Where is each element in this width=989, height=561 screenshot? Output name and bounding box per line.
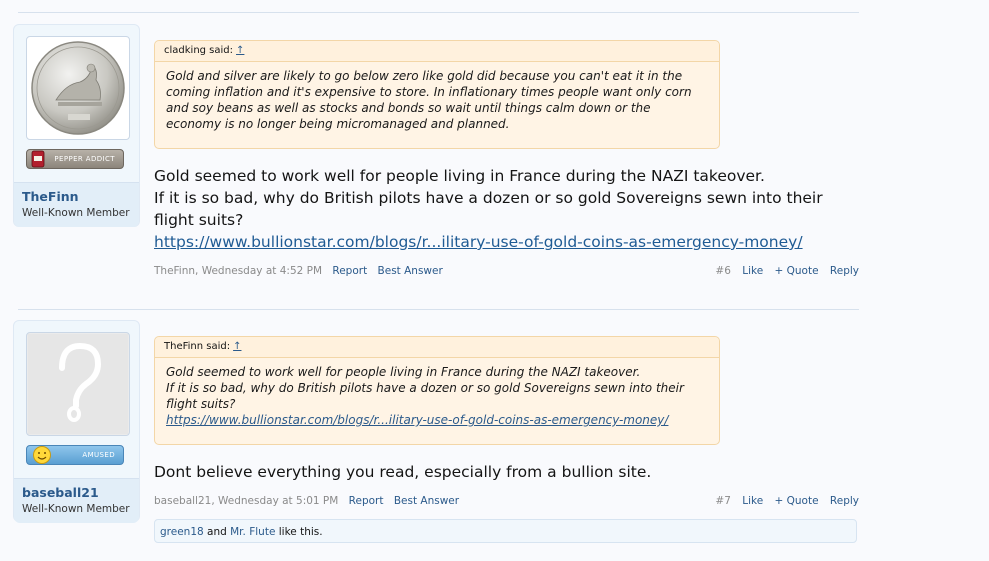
quote-line: Gold and silver are likely to go below z… xyxy=(166,69,683,83)
like-button[interactable]: Like xyxy=(742,265,763,277)
badge-label: AMUSED xyxy=(82,451,115,459)
post-divider xyxy=(18,309,859,310)
best-answer-link[interactable]: Best Answer xyxy=(378,265,443,277)
quote-attribution: TheFinn said: ↑ xyxy=(155,337,719,358)
message-body: Gold seemed to work well for people livi… xyxy=(154,165,864,253)
quote-text: Gold and silver are likely to go below z… xyxy=(155,62,719,140)
user-badge: PEPPER ADDICT xyxy=(26,149,124,169)
user-title: Well-Known Member xyxy=(22,503,130,515)
post-actions: #6 Like + Quote Reply xyxy=(707,265,859,277)
message-link[interactable]: https://www.bullionstar.com/blogs/r...il… xyxy=(154,233,803,251)
quote-text: Gold seemed to work well for people livi… xyxy=(155,358,719,436)
post-actions: #7 Like + Quote Reply xyxy=(707,495,859,507)
liker-link[interactable]: green18 xyxy=(160,526,204,538)
post-meta: TheFinn, Wednesday at 4:52 PM Report Bes… xyxy=(154,265,859,281)
quote-link[interactable]: https://www.bullionstar.com/blogs/r...il… xyxy=(166,413,668,427)
jump-to-quote-icon[interactable]: ↑ xyxy=(233,341,241,352)
author-date[interactable]: TheFinn, Wednesday at 4:52 PM xyxy=(154,265,322,277)
badge-label: PEPPER ADDICT xyxy=(54,155,115,163)
author-date[interactable]: baseball21, Wednesday at 5:01 PM xyxy=(154,495,338,507)
quote-line: coming inflation and it's expensive to s… xyxy=(166,85,692,99)
quote-button[interactable]: + Quote xyxy=(775,495,819,507)
pepper-can-icon xyxy=(31,150,45,168)
reply-button[interactable]: Reply xyxy=(830,495,859,507)
post-number[interactable]: #7 xyxy=(715,495,730,507)
quote-attribution: cladking said: ↑ xyxy=(155,41,719,62)
user-info-panel: AMUSED baseball21 Well-Known Member xyxy=(13,320,140,523)
liker-link[interactable]: Mr. Flute xyxy=(230,526,275,538)
report-link[interactable]: Report xyxy=(349,495,384,507)
jump-to-quote-icon[interactable]: ↑ xyxy=(236,45,244,56)
message-body: Dont believe everything you read, especi… xyxy=(154,461,864,483)
likes-summary: green18 and Mr. Flute like this. xyxy=(154,519,857,543)
message-line: If it is so bad, why do British pilots h… xyxy=(154,189,823,207)
top-divider xyxy=(18,12,859,13)
quote-line: and soy beans as well as stocks and bond… xyxy=(166,101,651,115)
post-meta: baseball21, Wednesday at 5:01 PM Report … xyxy=(154,495,859,511)
quote-block: cladking said: ↑ Gold and silver are like… xyxy=(154,40,720,149)
user-badge: AMUSED xyxy=(26,445,124,465)
message-line: flight suits? xyxy=(154,211,244,229)
question-mark-avatar-icon xyxy=(28,334,128,434)
report-link[interactable]: Report xyxy=(332,265,367,277)
reply-button[interactable]: Reply xyxy=(830,265,859,277)
username-link[interactable]: TheFinn xyxy=(22,189,79,204)
quote-line: flight suits? xyxy=(166,397,236,411)
best-answer-link[interactable]: Best Answer xyxy=(394,495,459,507)
likes-text: and xyxy=(203,526,231,538)
quote-button[interactable]: + Quote xyxy=(775,265,819,277)
quote-block: TheFinn said: ↑ Gold seemed to work well … xyxy=(154,336,720,445)
user-info-panel: PEPPER ADDICT TheFinn Well-Known Member xyxy=(13,24,140,227)
avatar[interactable] xyxy=(26,332,130,436)
quote-line: If it is so bad, why do British pilots h… xyxy=(166,381,684,395)
message-line: Dont believe everything you read, especi… xyxy=(154,463,652,481)
silver-coin-avatar-icon xyxy=(28,38,128,138)
message-line: Gold seemed to work well for people livi… xyxy=(154,167,765,185)
username-link[interactable]: baseball21 xyxy=(22,485,99,500)
post-number[interactable]: #6 xyxy=(715,265,730,277)
quote-author: TheFinn said: xyxy=(164,341,231,352)
like-button[interactable]: Like xyxy=(742,495,763,507)
user-title: Well-Known Member xyxy=(22,207,130,219)
quote-line: economy is no longer being micromanaged … xyxy=(166,117,510,131)
avatar[interactable] xyxy=(26,36,130,140)
quote-author: cladking said: xyxy=(164,45,234,56)
quote-line: Gold seemed to work well for people livi… xyxy=(166,365,641,379)
likes-text: like this. xyxy=(275,526,323,538)
smiley-icon xyxy=(33,446,51,464)
